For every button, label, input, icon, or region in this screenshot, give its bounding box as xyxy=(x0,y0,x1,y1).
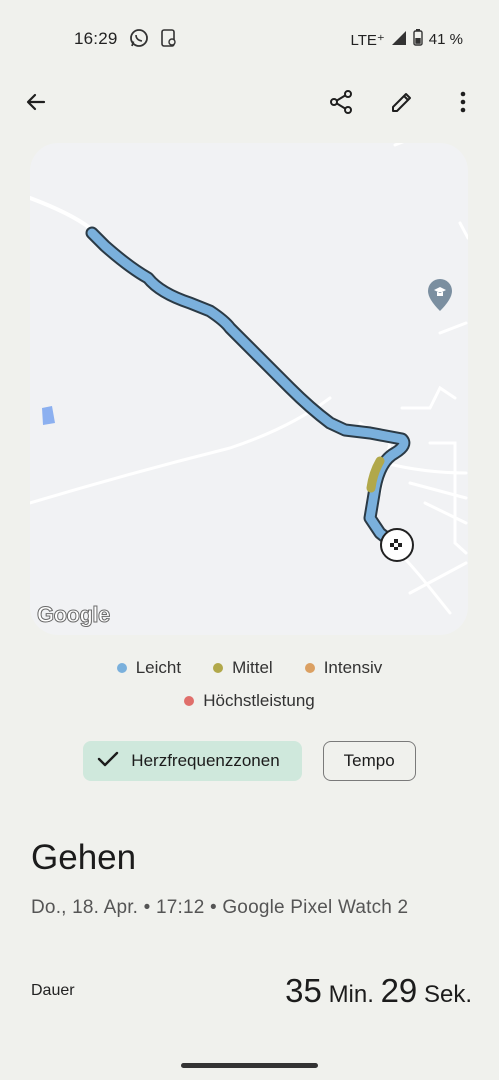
edit-button[interactable] xyxy=(380,82,424,126)
legend-label-mittel: Mittel xyxy=(232,658,273,677)
tempo-label: Tempo xyxy=(343,751,395,770)
legend-label-intensiv: Intensiv xyxy=(323,658,383,677)
legend-item-hoechstleistung: Höchstleistung xyxy=(184,691,315,711)
status-time: 16:29 xyxy=(74,29,118,48)
activity-subtitle: Do., 18. Apr. • 17:12 • Google Pixel Wat… xyxy=(31,897,409,918)
more-options-button[interactable] xyxy=(441,82,485,126)
battery-percent: 41 % xyxy=(428,31,463,48)
tempo-chip[interactable]: Tempo xyxy=(322,741,416,781)
route-map[interactable]: Google xyxy=(30,143,468,635)
back-arrow-icon xyxy=(24,90,48,119)
map-canvas xyxy=(30,143,468,615)
legend-item-mittel: Mittel xyxy=(213,658,273,678)
edit-pencil-icon xyxy=(390,90,414,119)
duration-label: Dauer xyxy=(31,982,75,999)
share-icon xyxy=(328,89,354,120)
duration-minutes: 35 xyxy=(285,972,322,1009)
heart-rate-zones-label: Herzfrequenzzonen xyxy=(131,751,280,770)
legend-row: Leicht Mittel Intensiv xyxy=(0,658,499,678)
heart-rate-zones-chip[interactable]: Herzfrequenzzonen xyxy=(83,741,302,781)
route-outline xyxy=(85,226,411,548)
legend-label-hoechstleistung: Höchstleistung xyxy=(203,691,315,710)
status-bar: 16:29 LTE⁺ 41 % xyxy=(0,0,499,76)
finish-flag-icon xyxy=(380,528,414,562)
legend-label-leicht: Leicht xyxy=(135,658,182,677)
zone-legend: Leicht Mittel Intensiv Höchstleistung xyxy=(0,658,499,724)
activity-title: Gehen xyxy=(31,838,137,877)
duration-seconds: 29 xyxy=(380,972,418,1009)
duration-sec-unit: Sek. xyxy=(423,981,472,1008)
school-pin-icon xyxy=(428,279,452,311)
view-toggle-chips: Herzfrequenzzonen Tempo xyxy=(0,741,499,781)
legend-dot-mittel xyxy=(213,663,224,673)
screen-share-icon xyxy=(160,28,178,53)
legend-row: Höchstleistung xyxy=(0,691,499,711)
gesture-nav-handle[interactable] xyxy=(181,1063,318,1068)
water-area xyxy=(42,406,55,425)
legend-dot-leicht xyxy=(116,663,127,673)
network-label: LTE⁺ xyxy=(350,31,385,49)
legend-dot-hoechstleistung xyxy=(184,696,195,706)
back-button[interactable] xyxy=(14,82,58,126)
signal-icon xyxy=(391,30,407,50)
duration-value: 35 Min. 29 Sek. xyxy=(285,972,472,1010)
battery-icon xyxy=(413,29,423,50)
status-right: LTE⁺ 41 % xyxy=(350,29,463,50)
legend-item-leicht: Leicht xyxy=(116,658,182,678)
top-toolbar xyxy=(0,82,499,126)
duration-min-unit: Min. xyxy=(328,981,374,1008)
legend-item-intensiv: Intensiv xyxy=(304,658,383,678)
google-attribution-logo: Google xyxy=(37,602,111,628)
more-vert-icon xyxy=(460,91,466,118)
share-button[interactable] xyxy=(319,82,363,126)
check-icon xyxy=(97,750,119,773)
legend-dot-intensiv xyxy=(304,663,315,673)
duration-row: Dauer 35 Min. 29 Sek. xyxy=(31,970,472,1020)
whatsapp-icon xyxy=(129,28,149,53)
